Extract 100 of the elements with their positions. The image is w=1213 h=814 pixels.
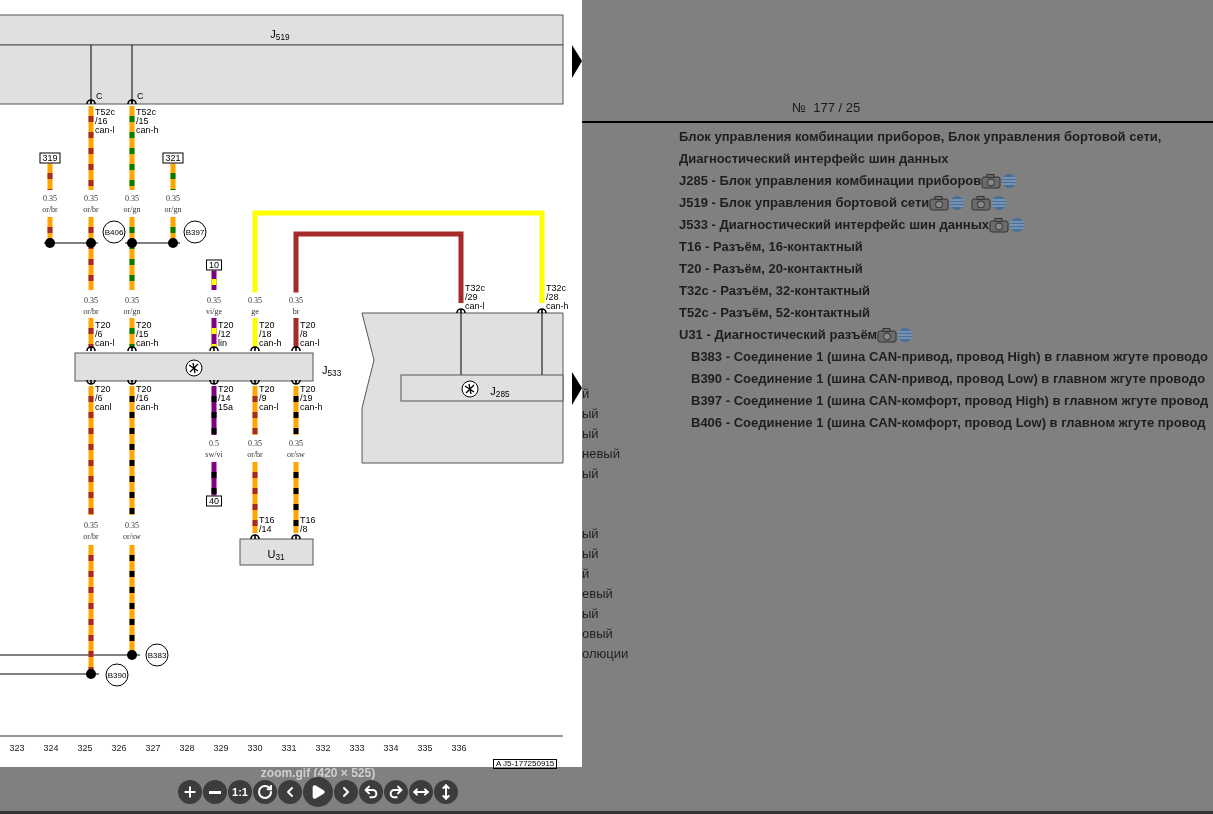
column-number: 323: [8, 742, 26, 754]
wire: [293, 386, 299, 435]
wire: [252, 462, 258, 533]
text-fragment: ый: [582, 606, 599, 622]
zoom-in-icon: [182, 784, 198, 800]
toolbar-button[interactable]: [334, 780, 358, 804]
legend-entry: T16 - Разъём, 16-контактный: [679, 238, 863, 256]
camera-icon[interactable]: [971, 195, 992, 211]
document-id: A J5-177250915: [493, 759, 558, 769]
wire-gauge-label: 0.35 or/br: [83, 520, 99, 542]
pin-label: T20 /6 can-l: [95, 321, 115, 348]
pin-symbol: [291, 534, 301, 540]
toolbar-button[interactable]: [278, 780, 302, 804]
pin-label: T52c /16 can-l: [95, 108, 115, 135]
toolbar-button[interactable]: [434, 780, 458, 804]
wire-gauge-label: 0.35 br: [289, 295, 303, 317]
legend-entry: B390 - Соединение 1 (шина CAN-привод, провод Low) в главном жгуте проводо: [691, 370, 1206, 388]
control-unit-icon: [185, 359, 203, 377]
wire: [252, 386, 258, 435]
text-fragment: олюции: [582, 646, 629, 662]
toolbar-button[interactable]: [203, 780, 227, 804]
wire-gauge-label: 0.35 or/br: [83, 295, 99, 317]
column-number: 329: [212, 742, 230, 754]
pin-label: T20 /16 can-h: [136, 385, 159, 412]
pin-symbol: [209, 379, 219, 385]
wire: [211, 269, 217, 290]
column-number: 328: [178, 742, 196, 754]
wire: [211, 318, 217, 348]
toolbar-button[interactable]: [409, 780, 433, 804]
pin-symbol: [250, 379, 260, 385]
junction-dot: [86, 669, 96, 679]
camera-icon[interactable]: [877, 327, 898, 343]
column-number: 334: [382, 742, 400, 754]
wire: [129, 318, 135, 348]
arrow-icon[interactable]: [572, 372, 582, 405]
pin-symbol: [456, 308, 466, 314]
column-number: 327: [144, 742, 162, 754]
camera-icon[interactable]: [989, 217, 1009, 233]
splice-label: B383: [145, 643, 169, 667]
junction-dot: [86, 238, 96, 248]
splice-label: B397: [183, 220, 207, 244]
terminal-label: 321: [162, 152, 184, 164]
legend-entry: T32c - Разъём, 32-контактный: [679, 282, 871, 300]
terminal-label: 319: [39, 152, 61, 164]
terminal-label: 40: [206, 495, 222, 507]
column-number: 325: [76, 742, 94, 754]
text-fragment: й: [582, 566, 590, 582]
toolbar-button[interactable]: [178, 780, 202, 804]
junction-dot: [168, 238, 178, 248]
pin-symbol: [127, 346, 137, 352]
column-number: 332: [314, 742, 332, 754]
toolbar-button[interactable]: [253, 780, 277, 804]
legend-entry: B383 - Соединение 1 (шина CAN-привод, провод High) в главном жгуте проводо: [691, 348, 1209, 366]
text-fragment: невый: [582, 446, 620, 462]
pin-label: T20 /8 can-l: [300, 321, 320, 348]
rotate-icon: [257, 784, 273, 800]
wire: [252, 318, 258, 348]
play-icon: [310, 784, 326, 800]
wire: [88, 318, 94, 348]
wire-gauge-label: 0.35 ge: [248, 295, 262, 317]
pin-symbol: [250, 346, 260, 352]
connector-label: C: [96, 91, 103, 101]
component-label: J$_{285}$: [490, 385, 510, 397]
junction-dot: [45, 238, 55, 248]
zoom-out-icon: [209, 790, 221, 794]
wire: [47, 163, 53, 190]
legend-entry: T52c - Разъём, 52-контактный: [679, 304, 871, 322]
wire-gauge-label: 0.35 or/br: [42, 193, 58, 215]
toolbar-button[interactable]: [384, 780, 408, 804]
pin-label: T52c /15 can-h: [136, 108, 159, 135]
legend-entry: U31 - Диагностический разъём: [679, 326, 878, 344]
terminal-label: 10: [206, 259, 222, 271]
pin-symbol: [86, 379, 96, 385]
text-fragment: ый: [582, 526, 599, 542]
arrow-icon[interactable]: [572, 45, 582, 78]
text-fragment: овый: [582, 626, 613, 642]
toolbar-button[interactable]: 1:1: [228, 780, 252, 804]
column-number: 335: [416, 742, 434, 754]
camera-icon[interactable]: [981, 173, 1002, 189]
column-number: 324: [42, 742, 60, 754]
text-fragment: евый: [582, 586, 613, 602]
pin-label: T20 /12 lin: [218, 321, 234, 348]
junction-dot: [127, 650, 137, 660]
wire: [211, 462, 217, 496]
wire-gauge-label: 0.35 or/br: [83, 193, 99, 215]
wire-gauge-label: 0.35 or/sw: [123, 520, 141, 542]
wire: [293, 462, 299, 533]
pin-symbol: [86, 346, 96, 352]
wire-gauge-label: 0.35 or/br: [247, 438, 263, 460]
text-fragment: й: [582, 386, 590, 402]
wire: [170, 163, 176, 190]
pin-symbol: [209, 346, 219, 352]
camera-icon[interactable]: [929, 195, 950, 211]
pin-symbol: [291, 346, 301, 352]
legend-entry: J285 - Блок управления комбинации приборов: [679, 172, 982, 190]
connector-label: C: [137, 91, 144, 101]
pin-symbol: [127, 99, 137, 105]
toolbar-button[interactable]: [359, 780, 383, 804]
legend-entry: J519 - Блок управления бортовой сети: [679, 194, 930, 212]
column-number: 330: [246, 742, 264, 754]
